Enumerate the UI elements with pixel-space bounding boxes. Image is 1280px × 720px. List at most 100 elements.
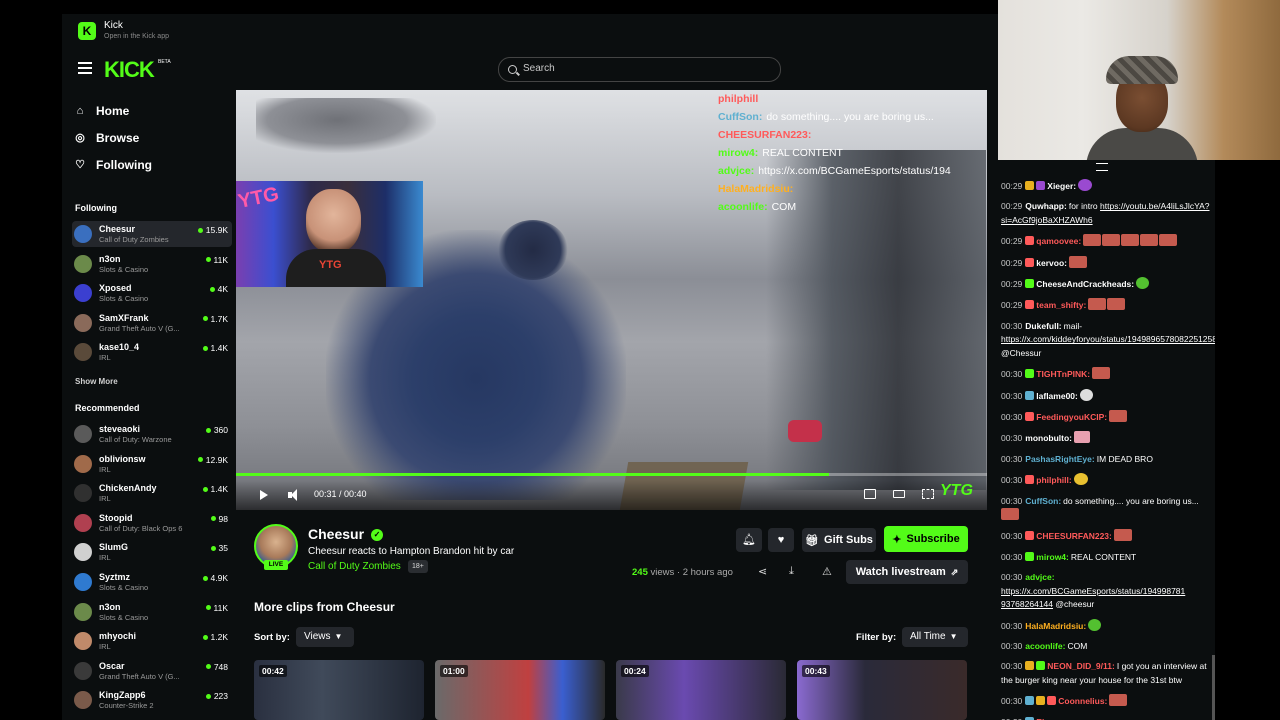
channel-viewers: 748 <box>205 662 228 672</box>
channel-category: IRL <box>99 464 111 474</box>
channel-item-kingzapp6[interactable]: KingZapp6 Counter-Strike 2 223 <box>72 687 232 713</box>
chat-timestamp: 00:29 <box>1001 279 1023 290</box>
sort-dropdown[interactable]: Views ▼ <box>296 627 354 647</box>
chat-username[interactable]: CuffSon: <box>1025 496 1061 506</box>
chat-username[interactable]: CheeseAndCrackheads: <box>1036 279 1134 289</box>
nav-home[interactable]: ⌂ Home <box>74 101 130 121</box>
channel-viewers: 11K <box>205 255 228 265</box>
fullscreen-icon[interactable] <box>922 489 934 499</box>
chat-username[interactable]: mirow4: <box>1036 552 1069 562</box>
chat-scrollbar[interactable] <box>1212 655 1215 720</box>
show-more-link[interactable]: Show More <box>75 377 118 386</box>
chat-username[interactable]: NEON_DID_9/11: <box>1047 661 1115 671</box>
clip-thumbnail[interactable]: 01:00 <box>435 660 605 720</box>
play-icon[interactable] <box>260 490 268 500</box>
chat-username[interactable]: TIGHTnPINK: <box>1036 369 1090 379</box>
channel-item-mhyochi[interactable]: mhyochi IRL 1.2K <box>72 628 232 654</box>
channel-item-stoopid[interactable]: Stoopid Call of Duty: Black Ops 6 98 <box>72 510 232 536</box>
chat-username[interactable]: team_shifty: <box>1036 300 1086 310</box>
filter-dropdown[interactable]: All Time ▼ <box>902 627 968 647</box>
notification-bell-button[interactable]: 🔔︎ <box>736 528 762 552</box>
chat-message: 00:30 Dukefull: mail- https://x.com/kiddey… <box>1001 320 1215 361</box>
chat-username[interactable]: HalaMadridsiu: <box>1025 621 1086 631</box>
emote-icon <box>1083 234 1102 247</box>
hamburger-menu-icon[interactable] <box>78 62 92 74</box>
follow-heart-button[interactable]: ♥ <box>768 528 794 552</box>
channel-item-xposed[interactable]: Xposed Slots & Casino 4K <box>72 280 232 306</box>
chat-username[interactable]: qamoovee: <box>1036 236 1081 246</box>
subscribe-button[interactable]: ✦ Subscribe <box>884 526 968 552</box>
channel-item-n3on[interactable]: n3on Slots & Casino 11K <box>72 251 232 277</box>
chat-username[interactable]: PashasRightEye: <box>1025 454 1094 464</box>
chat-username[interactable]: FeedingyouKCIP: <box>1036 412 1107 422</box>
pip-mode-icon[interactable] <box>864 489 876 499</box>
app-banner[interactable]: K Kick Open in the Kick app <box>62 14 998 50</box>
volume-icon[interactable] <box>288 489 300 501</box>
chat-message: 00:30 laflame00: <box>1001 388 1211 404</box>
chat-username[interactable]: CHEESURFAN223: <box>1036 531 1112 541</box>
chat-link[interactable]: https://x.com/kiddeyforyou/status/194989… <box>1001 334 1215 344</box>
overlay-chat-user: HalaMadridsiu: <box>718 183 794 195</box>
live-dot-icon <box>202 316 208 322</box>
beta-badge: BETA <box>158 59 171 65</box>
chat-timestamp: 00:30 <box>1001 412 1023 423</box>
chat-username[interactable]: philphill: <box>1036 475 1071 485</box>
chat-message: 00:30 mirow4: REAL CONTENT <box>1001 551 1211 565</box>
channel-item-cheesur[interactable]: Cheesur Call of Duty Zombies 15.9K <box>72 221 232 247</box>
download-icon[interactable]: ⤓ <box>789 565 794 578</box>
channel-item-oscar[interactable]: Oscar Grand Theft Auto V (G... 748 <box>72 658 232 684</box>
emote-icon <box>1102 234 1121 247</box>
gift-subs-button[interactable]: 🎁︎ Gift Subs <box>802 528 876 552</box>
share-icon[interactable]: ⋖ <box>758 565 767 578</box>
chat-username[interactable]: laflame00: <box>1036 391 1078 401</box>
nav-following[interactable]: ♡ Following <box>74 155 152 175</box>
video-frame-head <box>498 220 568 280</box>
channel-avatar <box>74 225 92 243</box>
channel-item-samxfrank[interactable]: SamXFrank Grand Theft Auto V (G... 1.7K <box>72 310 232 336</box>
chat-username[interactable]: acoonlife: <box>1025 641 1065 651</box>
video-frame-car <box>256 98 436 153</box>
chat-mention: @cheesur <box>1055 599 1095 610</box>
chat-username[interactable]: Dukefull: <box>1025 321 1061 331</box>
channel-item-steveaoki[interactable]: steveaoki Call of Duty: Warzone 360 <box>72 421 232 447</box>
channel-item-kase10_4[interactable]: kase10_4 IRL 1.4K <box>72 339 232 365</box>
nav-browse[interactable]: ◎ Browse <box>74 128 139 148</box>
live-dot-icon <box>205 605 211 611</box>
chat-text: COM <box>1067 641 1088 652</box>
channel-item-oblivionsw[interactable]: oblivionsw IRL 12.9K <box>72 451 232 477</box>
search-box[interactable] <box>498 57 781 82</box>
banner-subtitle[interactable]: Open in the Kick app <box>104 33 169 40</box>
chat-username[interactable]: Quwhapp: <box>1025 201 1067 211</box>
clip-thumbnail[interactable]: 00:24 <box>616 660 786 720</box>
channel-item-syztmz[interactable]: Syztmz Slots & Casino 4.9K <box>72 569 232 595</box>
channel-category: Slots & Casino <box>99 612 149 622</box>
video-progress-bar[interactable] <box>236 473 987 476</box>
home-icon: ⌂ <box>76 105 84 117</box>
stream-category-link[interactable]: Call of Duty Zombies <box>308 561 401 572</box>
clip-thumbnail[interactable]: 00:42 <box>254 660 424 720</box>
chat-username[interactable]: Coonnelius: <box>1058 696 1107 706</box>
search-input[interactable] <box>523 63 763 74</box>
chat-username[interactable]: Xieger: <box>1047 181 1076 191</box>
chat-username[interactable]: kervoo: <box>1036 258 1067 268</box>
emote-icon <box>1001 508 1019 521</box>
chat-message: 00:30 monobulto: <box>1001 431 1211 446</box>
streamer-name[interactable]: Cheesur <box>308 526 364 542</box>
channel-viewers: 4.9K <box>202 573 228 583</box>
external-link-icon: ⇗ <box>950 566 959 577</box>
channel-item-n3on[interactable]: n3on Slots & Casino 11K <box>72 599 232 625</box>
clip-duration: 00:24 <box>621 665 649 677</box>
chat-message: 00:30 acoonlife: COM <box>1001 640 1211 654</box>
chat-message: 00:30 HalaMadridsiu: <box>1001 618 1211 634</box>
chat-pinned-toggle-icon[interactable] <box>1096 163 1108 171</box>
chat-username[interactable]: advjce: <box>1025 572 1054 582</box>
channel-item-slumg[interactable]: SlumG IRL 35 <box>72 539 232 565</box>
kick-logo[interactable]: KICK <box>104 57 155 83</box>
watch-livestream-button[interactable]: Watch livestream ⇗ <box>846 560 968 584</box>
report-icon[interactable]: ⚠ <box>822 565 832 578</box>
video-player[interactable]: YTG philphill CuffSon:do something.... yo… <box>236 90 987 510</box>
theater-mode-icon[interactable] <box>893 490 905 498</box>
chat-username[interactable]: monobulto: <box>1025 433 1072 443</box>
channel-item-chickenandy[interactable]: ChickenAndy IRL 1.4K <box>72 480 232 506</box>
clip-thumbnail[interactable]: 00:43 <box>797 660 967 720</box>
